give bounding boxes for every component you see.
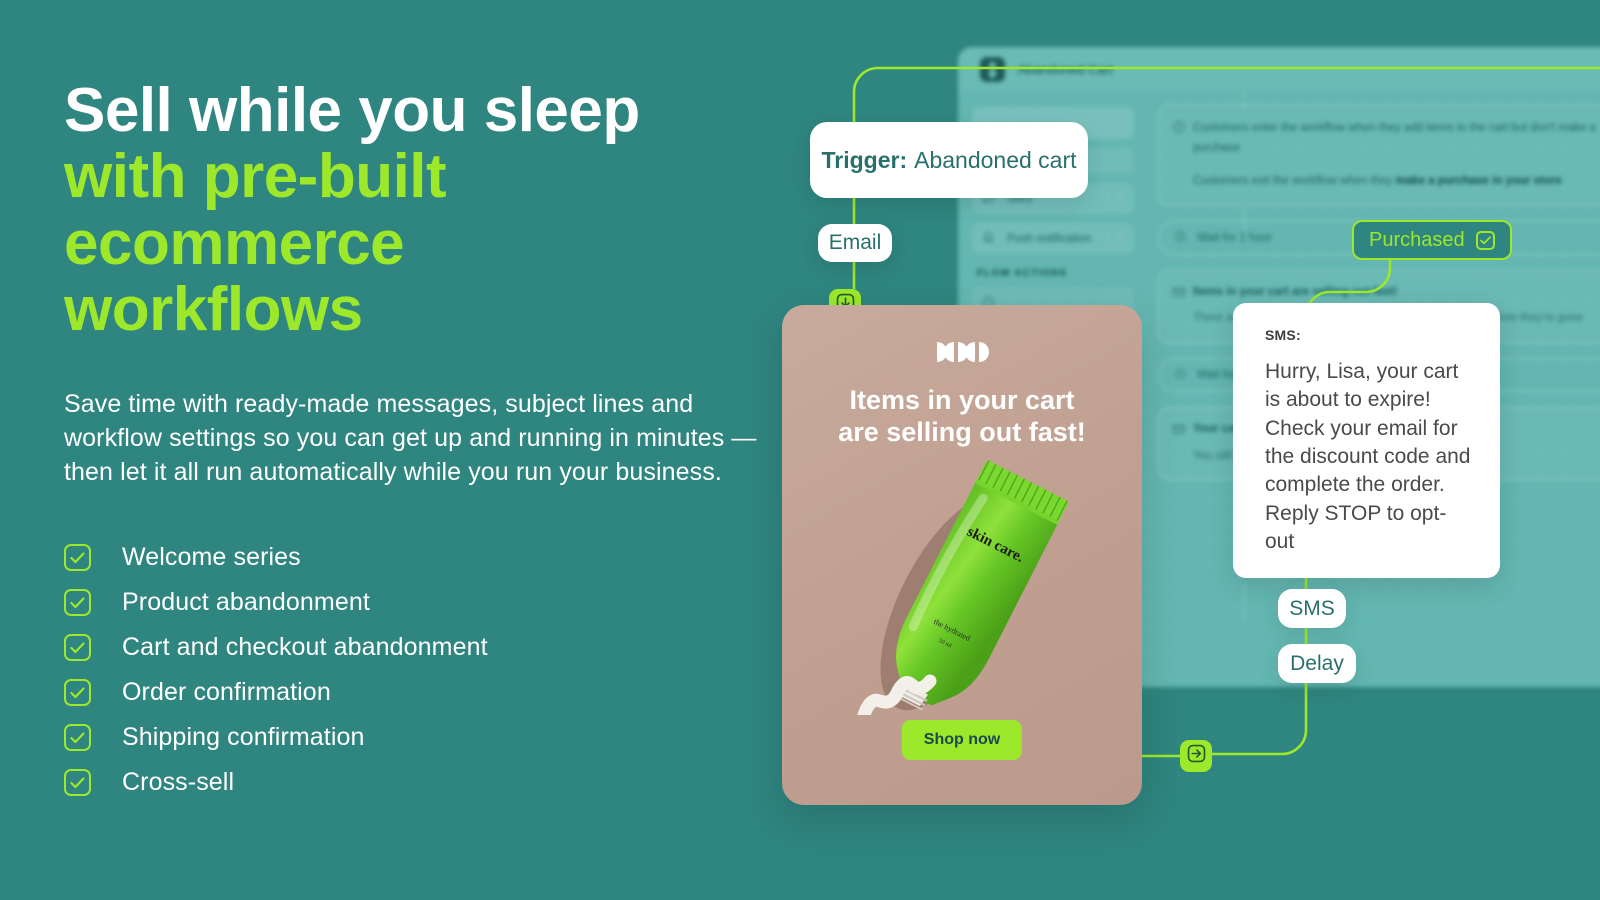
- envelope-icon: [1172, 422, 1186, 436]
- delay-chip[interactable]: Delay: [1278, 644, 1356, 683]
- headline-line-3: ecommerce: [64, 208, 405, 278]
- flow-connector-line: [1244, 91, 1246, 109]
- feature-label: Cross-sell: [122, 768, 235, 797]
- sms-chip[interactable]: SMS: [1278, 589, 1346, 628]
- headline-line-4: workflows: [64, 274, 363, 344]
- product-image: skin care. the hydrated 50 ml: [782, 445, 1142, 722]
- headline-line-1: Sell while you sleep: [64, 76, 640, 145]
- delay-chip-label: Delay: [1290, 651, 1344, 675]
- panel-header: Abandoned Cart: [958, 47, 1600, 91]
- shop-now-button[interactable]: Shop now: [901, 720, 1023, 760]
- checkbox-checked-icon: [64, 769, 91, 797]
- sms-chip-label: SMS: [1289, 596, 1335, 620]
- list-item: Product abandonment: [64, 580, 824, 625]
- hero-subcopy: Save time with ready-made messages, subj…: [64, 390, 757, 487]
- list-item: Cross-sell: [64, 760, 824, 805]
- email-title-line-1: Items in your cart: [849, 385, 1075, 415]
- sms-bubble-label: SMS:: [1265, 327, 1301, 343]
- brand-logo-icon: [934, 341, 990, 363]
- list-item: Cart and checkout abandonment: [64, 625, 824, 670]
- clock-icon: [1174, 367, 1187, 383]
- clock-icon: [1174, 230, 1187, 246]
- envelope-icon: [1172, 285, 1186, 299]
- info-icon: [1172, 120, 1186, 134]
- checkbox-checked-icon: [64, 679, 91, 707]
- flow-connector-line: [1244, 209, 1246, 231]
- panel-title: Abandoned Cart: [1018, 61, 1113, 77]
- checkbox-checked-icon: [64, 589, 91, 617]
- headline-line-2: with pre-built: [64, 142, 447, 212]
- email-chip-label: Email: [828, 231, 882, 254]
- list-item: Shipping confirmation: [64, 715, 824, 760]
- sidebar-item-label: Push notification: [1007, 232, 1092, 245]
- trigger-value: Abandoned cart: [914, 146, 1077, 173]
- exit-rule-prefix: Customers exit the workflow when they: [1193, 175, 1396, 188]
- purchased-badge[interactable]: Purchased: [1352, 220, 1512, 260]
- app-logo-icon: [980, 56, 1005, 82]
- drag-handle-icon[interactable]: ⋮⋮: [1102, 192, 1126, 205]
- email-preview-card: Items in your cart are selling out fast!: [782, 305, 1142, 805]
- wait-step-label: Wait for 1 hour: [1197, 231, 1272, 244]
- arrow-right-icon: [1187, 744, 1206, 768]
- feature-label: Welcome series: [122, 543, 301, 572]
- feature-label: Order confirmation: [122, 678, 331, 707]
- feature-label: Shipping confirmation: [122, 723, 365, 752]
- feature-label: Cart and checkout abandonment: [122, 633, 488, 662]
- bell-icon: [981, 231, 996, 246]
- list-item: Welcome series: [64, 535, 824, 580]
- list-item: Order confirmation: [64, 670, 824, 715]
- exit-rule-bold: make a purchase in your store: [1395, 175, 1562, 188]
- exit-rule-text: Customers exit the workflow when they ma…: [1193, 172, 1600, 192]
- purchased-label: Purchased: [1369, 228, 1465, 251]
- feature-list: Welcome series Product abandonment Cart …: [64, 535, 824, 805]
- trigger-chip[interactable]: Trigger: Abandoned cart: [810, 122, 1088, 198]
- checkbox-checked-icon: [64, 634, 91, 662]
- add-step-right-button[interactable]: [1180, 740, 1212, 772]
- sidebar-item-push-notification[interactable]: Push notification ⋮⋮: [972, 223, 1134, 254]
- trigger-label: Trigger:: [821, 146, 908, 173]
- page-title: Sell while you sleep with pre-built ecom…: [64, 76, 824, 344]
- checkbox-checked-icon: [1475, 230, 1495, 250]
- sidebar-section-header: FLOW ACTIONS: [977, 268, 1068, 279]
- checkbox-checked-icon: [64, 544, 91, 572]
- entry-rule-text: Customers enter the workflow when they a…: [1193, 122, 1596, 154]
- email-title-line-2: are selling out fast!: [838, 416, 1086, 447]
- email-chip[interactable]: Email: [818, 224, 892, 262]
- hero-section: Sell while you sleep with pre-built ecom…: [64, 76, 824, 805]
- checkbox-checked-icon: [64, 724, 91, 752]
- flow-connector-line: [1244, 583, 1246, 623]
- email-preview-title: Items in your cart are selling out fast!: [782, 385, 1142, 448]
- sms-bubble-message: Hurry, Lisa, your cart is about to expir…: [1265, 360, 1471, 554]
- feature-label: Product abandonment: [122, 588, 370, 617]
- sms-preview-bubble: SMS: Hurry, Lisa, your cart is about to …: [1233, 303, 1500, 579]
- workflow-rules-card[interactable]: Customers enter the workflow when they a…: [1158, 105, 1600, 206]
- email-step-title: Items in your cart are selling out fast!: [1193, 285, 1398, 298]
- drag-handle-icon[interactable]: ⋮⋮: [1102, 232, 1126, 245]
